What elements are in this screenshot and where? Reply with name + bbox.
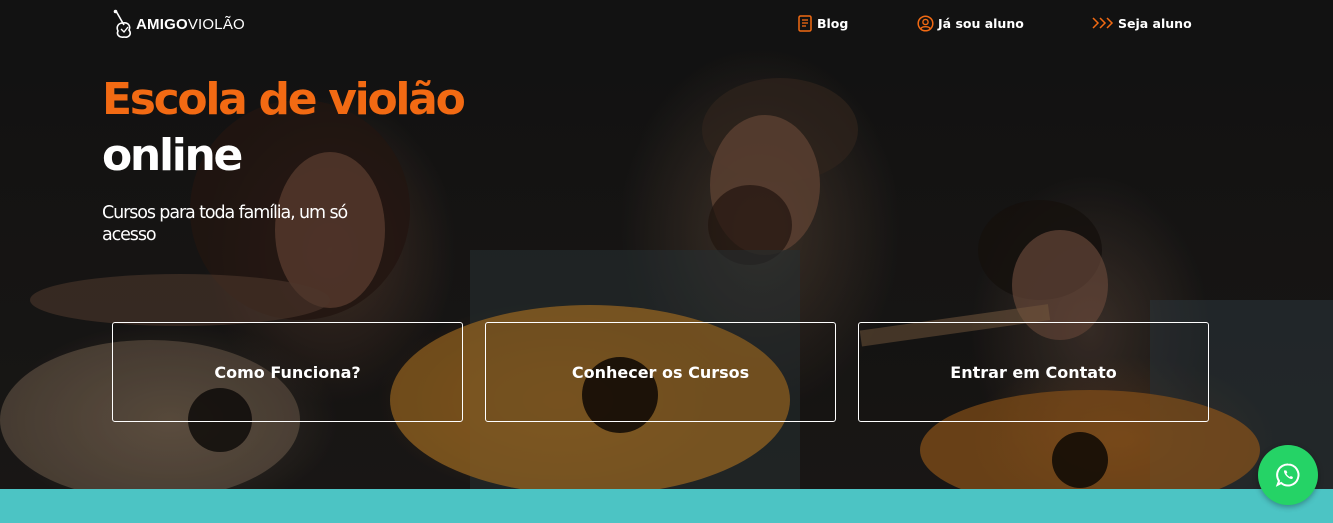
whatsapp-icon	[1275, 463, 1300, 487]
section-band	[0, 489, 1333, 523]
nav-link-seja-aluno-label: Seja aluno	[1118, 15, 1192, 31]
guitar-logo-icon	[113, 9, 131, 38]
nav-link-blog[interactable]: Blog	[797, 12, 848, 34]
chevrons-right-icon	[1092, 17, 1114, 29]
hero-title-line2: online	[102, 130, 243, 181]
nav-link-seja-aluno[interactable]: Seja aluno	[1092, 12, 1192, 34]
explore-courses-button[interactable]: Conhecer os Cursos	[485, 322, 836, 422]
hero-title-line1: Escola de violão	[102, 74, 466, 125]
how-it-works-button[interactable]: Como Funciona?	[112, 322, 463, 422]
nav-link-ja-sou-aluno[interactable]: Já sou aluno	[917, 12, 1024, 34]
user-circle-icon	[917, 14, 934, 32]
top-navbar: AMIGO VIOLÃO Blog Já sou aluno Seja alun…	[0, 0, 1333, 48]
logo-text-bold: AMIGO	[136, 15, 188, 33]
contact-button[interactable]: Entrar em Contato	[858, 322, 1209, 422]
nav-link-blog-label: Blog	[817, 15, 849, 31]
logo-text-light: VIOLÃO	[187, 15, 245, 33]
whatsapp-button[interactable]	[1258, 445, 1318, 505]
brand-logo[interactable]: AMIGO VIOLÃO	[112, 9, 245, 39]
hero-subtitle: Cursos para toda família, um só acesso	[102, 203, 348, 245]
document-icon	[798, 14, 812, 32]
nav-link-ja-sou-aluno-label: Já sou aluno	[938, 15, 1024, 31]
